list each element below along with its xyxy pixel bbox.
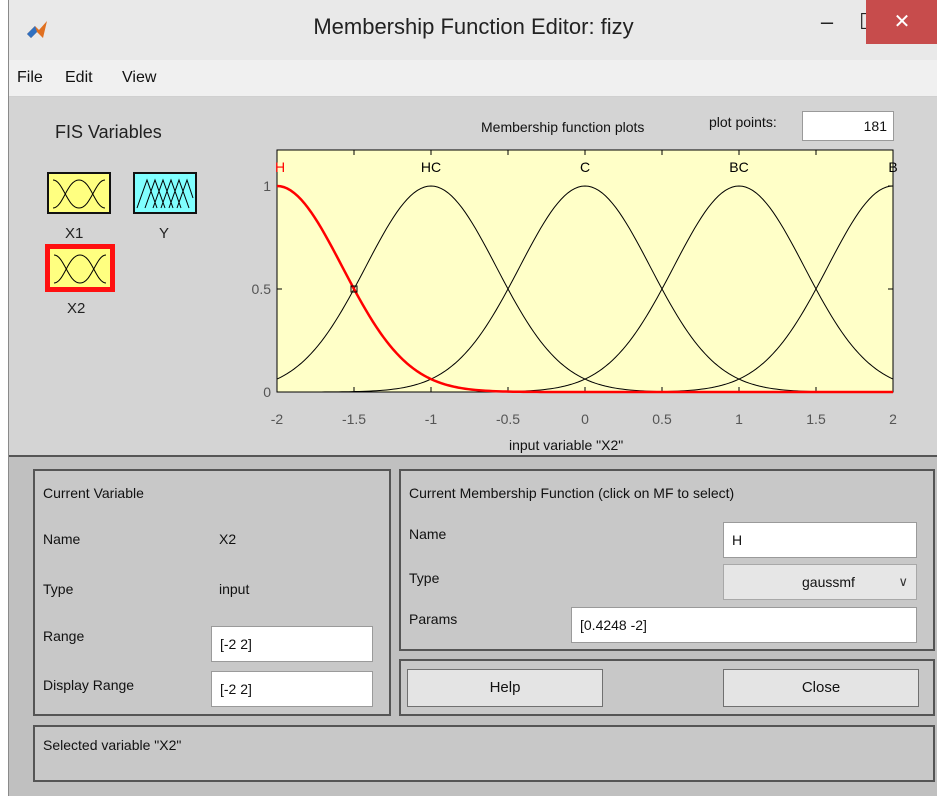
mf-type-label: Type (409, 570, 440, 586)
mf-label-c: C (580, 159, 590, 175)
y-tick-label: 0.5 (252, 281, 272, 297)
variable-name-value: X2 (219, 531, 237, 547)
params-input[interactable]: [0.4248 -2] (571, 607, 917, 643)
mf-label-b: B (888, 159, 897, 175)
variable-type-label: Type (43, 581, 74, 597)
display-range-input[interactable]: [-2 2] (211, 671, 373, 707)
mf-name-input[interactable]: H (723, 522, 917, 558)
current-variable-panel: Current Variable Name X2 Type input Rang… (33, 469, 391, 716)
mf-label-h: H (275, 159, 285, 175)
x-tick-label: -1.5 (342, 411, 366, 427)
x-tick-label: 0 (581, 411, 589, 427)
y-tick-label: 0 (263, 384, 271, 400)
x-tick-label: 1 (735, 411, 743, 427)
x-axis-label: input variable "X2" (509, 437, 624, 453)
button-panel: Help Close (399, 659, 935, 716)
current-mf-header: Current Membership Function (click on MF… (409, 485, 735, 501)
x-tick-label: 0.5 (652, 411, 672, 427)
x-tick-label: -0.5 (496, 411, 520, 427)
range-input[interactable]: [-2 2] (211, 626, 373, 662)
params-label: Params (409, 611, 458, 627)
status-panel: Selected variable "X2" (33, 725, 935, 782)
help-button[interactable]: Help (407, 669, 603, 707)
status-text: Selected variable "X2" (43, 737, 182, 753)
range-label: Range (43, 628, 85, 644)
display-range-label: Display Range (43, 677, 135, 693)
chevron-down-icon: ∨ (898, 574, 908, 589)
mf-type-select[interactable]: gaussmf ∨ (723, 564, 917, 600)
variable-type-value: input (219, 581, 250, 597)
mf-name-label: Name (409, 526, 447, 542)
mf-label-hc: HC (421, 159, 441, 175)
x-tick-label: -2 (271, 411, 284, 427)
variable-name-label: Name (43, 531, 81, 547)
x-tick-label: 2 (889, 411, 897, 427)
x-tick-label: -1 (425, 411, 438, 427)
current-mf-panel: Current Membership Function (click on MF… (399, 469, 935, 651)
mf-type-value: gaussmf (802, 574, 855, 590)
mf-label-bc: BC (729, 159, 748, 175)
y-tick-label: 1 (263, 178, 271, 194)
membership-function-editor-window: Membership Function Editor: fizy – ☐ ✕ F… (8, 0, 937, 796)
membership-function-plot[interactable]: -2 -1.5 -1 -0.5 0 0.5 1 1.5 2 0 0.5 1 HC C BC B H (9, 0, 937, 455)
current-variable-header: Current Variable (43, 485, 144, 501)
x-tick-label: 1.5 (806, 411, 826, 427)
close-button[interactable]: Close (723, 669, 919, 707)
